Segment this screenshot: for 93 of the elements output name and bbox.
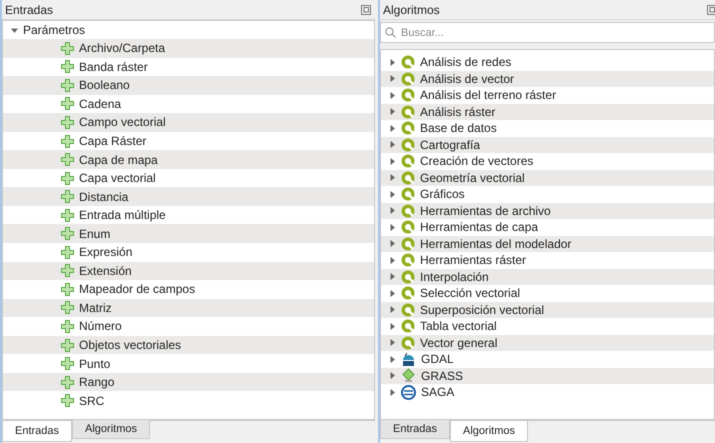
collapse-arrow-icon[interactable] (11, 26, 18, 34)
tree-item[interactable]: Cartografía (381, 136, 714, 153)
expand-arrow-icon[interactable] (389, 356, 396, 363)
expand-arrow-icon[interactable] (389, 190, 396, 198)
tree-item[interactable]: Matriz (3, 298, 374, 318)
qgis-icon (401, 302, 415, 317)
tree-item[interactable]: Análisis ráster (381, 104, 714, 120)
qgis-icon (401, 270, 415, 284)
tree-item[interactable]: Campo vectorial (3, 113, 374, 132)
plus-icon (61, 246, 74, 259)
plus-icon (61, 227, 74, 240)
grass-icon (401, 368, 416, 384)
expand-arrow-icon[interactable] (389, 174, 396, 182)
expand-arrow-icon[interactable] (389, 273, 396, 280)
panel-tab[interactable]: Entradas (380, 420, 450, 439)
plus-icon (61, 97, 74, 110)
plus-icon (61, 78, 74, 92)
expand-arrow-icon[interactable] (389, 124, 396, 132)
tree-item[interactable]: Superposición vectorial (381, 302, 714, 318)
tree-item[interactable]: Herramientas del modelador (381, 236, 714, 252)
plus-icon (61, 301, 74, 314)
saga-icon (401, 384, 416, 400)
plus-icon (61, 42, 74, 55)
panel-tab[interactable]: Entradas (2, 421, 72, 442)
tree-item[interactable]: Extensión (3, 262, 374, 280)
qgis-icon (401, 72, 415, 86)
qgis-icon (401, 88, 415, 102)
expand-arrow-icon[interactable] (389, 290, 396, 297)
panel-title: Algoritmos (383, 2, 440, 16)
expand-arrow-icon[interactable] (389, 158, 396, 165)
expand-arrow-icon[interactable] (389, 141, 396, 148)
tree-item[interactable]: Interpolación (381, 268, 714, 285)
qgis-icon (401, 187, 415, 202)
plus-icon (61, 172, 74, 185)
undock-icon[interactable] (707, 4, 715, 14)
plus-icon (61, 376, 74, 389)
expand-arrow-icon[interactable] (389, 240, 396, 248)
tree-item[interactable]: Rango (3, 372, 374, 392)
tree-item[interactable]: Análisis de vector (381, 70, 714, 87)
qgis-icon (401, 138, 415, 152)
gdal-icon (401, 352, 416, 367)
plus-icon (61, 208, 74, 222)
qgis-icon (401, 204, 415, 218)
qgis-icon (401, 253, 415, 268)
plus-icon (61, 357, 74, 370)
tree-item[interactable]: Objetos vectoriales (3, 336, 374, 354)
expand-arrow-icon[interactable] (389, 388, 396, 396)
expand-arrow-icon[interactable] (389, 207, 396, 214)
panel-title: Entradas (5, 2, 54, 16)
tree-item[interactable]: Distancia (3, 187, 374, 206)
qgis-icon (401, 286, 415, 300)
tree-item[interactable]: Archivo/Carpeta (3, 39, 374, 58)
expand-arrow-icon[interactable] (389, 339, 396, 346)
expand-arrow-icon[interactable] (389, 322, 396, 330)
qgis-icon (401, 104, 415, 119)
plus-icon (61, 116, 74, 129)
expand-arrow-icon[interactable] (389, 75, 396, 82)
tree-item[interactable]: Booleano (3, 76, 374, 95)
tree-item[interactable]: Geometría vectorial (381, 170, 714, 186)
expand-arrow-icon[interactable] (389, 92, 396, 99)
plus-icon (61, 394, 74, 408)
plus-icon (61, 60, 74, 74)
expand-arrow-icon[interactable] (389, 256, 396, 264)
qgis-icon (401, 170, 415, 185)
qgis-icon (401, 121, 415, 136)
plus-icon (61, 153, 74, 166)
tree-item[interactable]: Capa Ráster (3, 132, 374, 150)
search-field[interactable]: Buscar... (380, 22, 715, 43)
qgis-icon (401, 55, 415, 70)
expand-arrow-icon[interactable] (389, 306, 396, 314)
plus-icon (61, 190, 74, 204)
qgis-icon (401, 319, 415, 334)
plus-icon (61, 320, 74, 333)
expand-arrow-icon[interactable] (389, 224, 396, 231)
plus-icon (61, 134, 74, 148)
undock-icon[interactable] (361, 4, 371, 14)
tree-item[interactable]: Capa de mapa (3, 150, 374, 169)
expand-arrow-icon[interactable] (389, 372, 396, 380)
qgis-icon (401, 154, 415, 168)
tree-item[interactable]: Herramientas de archivo (381, 202, 714, 219)
plus-icon (61, 264, 74, 278)
qgis-icon (401, 220, 415, 234)
expand-arrow-icon[interactable] (389, 58, 396, 66)
panel-tab[interactable]: Algoritmos (450, 421, 528, 442)
tree-item[interactable]: Vector general (381, 334, 714, 351)
plus-icon (61, 282, 74, 296)
plus-icon (61, 338, 74, 352)
expand-arrow-icon[interactable] (389, 108, 396, 116)
tree-item[interactable]: Enum (3, 224, 374, 244)
qgis-icon (401, 236, 415, 251)
qgis-icon (401, 336, 415, 350)
panel-tab[interactable]: Algoritmos (72, 420, 150, 439)
tree-item[interactable]: GRASS (381, 368, 714, 384)
